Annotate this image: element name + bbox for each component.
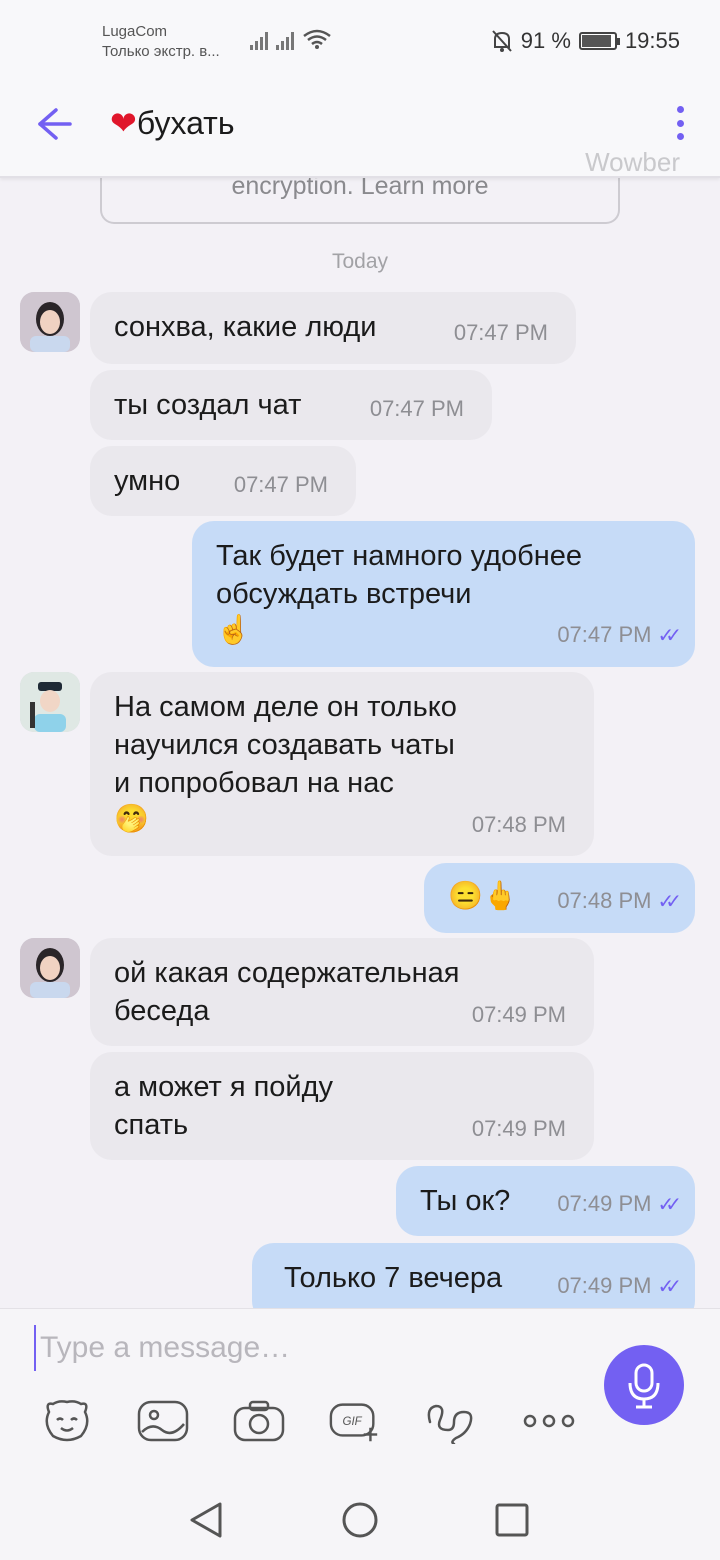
gif-button[interactable]: GIF <box>328 1397 382 1445</box>
microphone-icon <box>628 1363 660 1409</box>
message-incoming[interactable]: умно 07:47 PM <box>90 446 356 516</box>
message-text: Ты ок? <box>420 1185 511 1217</box>
carrier-name: LugaCom <box>102 23 168 40</box>
voice-message-button[interactable] <box>604 1345 684 1425</box>
wifi-icon <box>303 29 331 49</box>
back-arrow-icon <box>38 108 72 140</box>
chat-title-text: бухать <box>136 105 235 141</box>
message-time: 07:47 PM <box>557 622 652 647</box>
message-outgoing[interactable]: Только 7 вечера 07:49 PM ✓✓ <box>252 1243 695 1308</box>
signal-icon <box>250 30 268 50</box>
gif-icon: GIF <box>329 1403 378 1442</box>
heart-emoji: ❤ <box>110 105 137 141</box>
chat-title[interactable]: ❤бухать <box>110 104 235 142</box>
message-list[interactable]: encryption. Learn more Today сонхва, как… <box>0 178 720 1308</box>
carrier-status: Только экстр. в... <box>102 43 220 60</box>
triangle-back-icon <box>190 1502 222 1538</box>
nav-recents-button[interactable] <box>490 1498 534 1542</box>
composer: GIF <box>0 1308 720 1480</box>
message-incoming[interactable]: На самом деле он только научился создава… <box>90 672 594 856</box>
message-time: 07:48 PM <box>471 812 566 837</box>
message-text: ты создал чат <box>114 389 302 421</box>
circle-home-icon <box>342 1502 378 1538</box>
message-incoming[interactable]: сонхва, какие люди 07:47 PM <box>90 292 576 364</box>
message-text: Только 7 вечера <box>284 1262 503 1294</box>
status-bar: LugaCom Только экстр. в... 91 % 19:55 <box>0 0 720 70</box>
message-text: сонхва, какие люди <box>114 311 377 343</box>
doodle-button[interactable] <box>424 1397 478 1445</box>
avatar[interactable] <box>20 672 80 732</box>
more-icon <box>523 1414 575 1428</box>
sticker-button[interactable] <box>40 1397 94 1445</box>
message-time: 07:47 PM <box>233 472 328 497</box>
message-time: 07:48 PM <box>557 888 652 913</box>
signal-2-icon <box>276 30 294 50</box>
gallery-button[interactable] <box>136 1397 190 1445</box>
avatar[interactable] <box>20 938 80 998</box>
read-ticks-icon: ✓✓ <box>657 1194 681 1216</box>
message-time: 07:49 PM <box>557 1273 652 1298</box>
read-ticks-icon: ✓✓ <box>657 891 681 913</box>
message-time: 07:49 PM <box>471 1002 566 1027</box>
battery-icon <box>578 32 620 50</box>
message-outgoing[interactable]: 😑🖕 07:48 PM ✓✓ <box>424 863 695 933</box>
more-attachments-button[interactable] <box>522 1397 576 1445</box>
back-button[interactable] <box>30 102 78 146</box>
watermark: Wowber <box>585 147 680 177</box>
message-time: 07:47 PM <box>369 396 464 421</box>
nav-home-button[interactable] <box>338 1498 382 1542</box>
camera-button[interactable] <box>232 1397 286 1445</box>
clock: 19:55 <box>624 28 680 53</box>
mute-bell-icon <box>492 30 512 52</box>
avatar[interactable] <box>20 292 80 352</box>
message-incoming[interactable]: ты создал чат 07:47 PM <box>90 370 492 440</box>
message-time: 07:49 PM <box>557 1191 652 1216</box>
status-right: 91 % 19:55 <box>491 28 680 54</box>
message-time: 07:47 PM <box>453 320 548 345</box>
gif-label: GIF <box>342 1416 362 1428</box>
camera-icon <box>233 1400 285 1442</box>
sticker-icon <box>45 1400 89 1442</box>
message-outgoing[interactable]: Ты ок? 07:49 PM ✓✓ <box>396 1166 695 1236</box>
message-text: умно <box>114 465 181 497</box>
message-time: 07:49 PM <box>471 1116 566 1141</box>
read-ticks-icon: ✓✓ <box>657 625 681 647</box>
carrier-info: LugaCom Только экстр. в... <box>102 22 220 62</box>
battery-fill <box>581 35 612 47</box>
encryption-banner[interactable]: encryption. Learn more <box>100 178 620 224</box>
gallery-icon <box>137 1400 189 1442</box>
message-incoming[interactable]: ой какая содержательная беседа 07:49 PM <box>90 938 594 1046</box>
message-text: На самом деле он только научился создава… <box>114 691 457 799</box>
message-input[interactable] <box>34 1325 574 1371</box>
message-text: 😑🖕 <box>448 880 518 911</box>
battery-percent: 91 % <box>520 28 571 53</box>
date-separator: Today <box>331 250 389 273</box>
message-incoming[interactable]: а может я пойду спать 07:49 PM <box>90 1052 594 1160</box>
square-recents-icon <box>495 1503 529 1537</box>
more-options-button[interactable] <box>674 106 686 140</box>
nav-back-button[interactable] <box>184 1498 228 1542</box>
message-outgoing[interactable]: Так будет намного удобнее обсуждать встр… <box>192 521 695 667</box>
chat-header: ❤бухать Wowber <box>0 70 720 178</box>
signal-icons <box>250 28 332 50</box>
system-nav-bar <box>0 1480 720 1560</box>
message-text: Так будет намного удобнее обсуждать встр… <box>216 540 583 610</box>
encryption-text: encryption. Learn more <box>231 178 489 200</box>
doodle-icon <box>427 1404 473 1444</box>
read-ticks-icon: ✓✓ <box>657 1276 681 1298</box>
